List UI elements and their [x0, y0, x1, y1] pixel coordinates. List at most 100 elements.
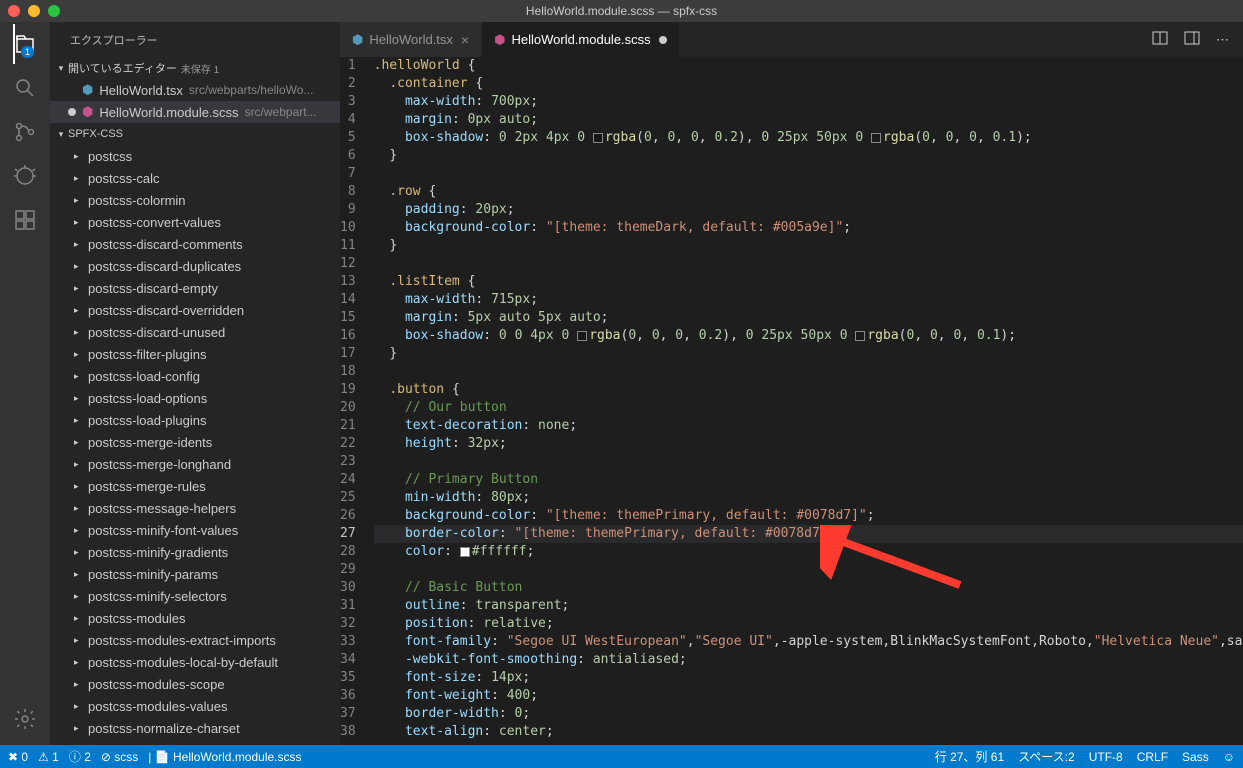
- folder-item[interactable]: ▸postcss-discard-comments: [50, 233, 340, 255]
- code-line[interactable]: box-shadow: 0 2px 4px 0 rgba(0, 0, 0, 0.…: [374, 129, 1243, 147]
- status-errors[interactable]: ✖ 0: [8, 750, 28, 764]
- code-line[interactable]: padding: 20px;: [374, 201, 1243, 219]
- folder-item[interactable]: ▸postcss-discard-duplicates: [50, 255, 340, 277]
- code-line[interactable]: background-color: "[theme: themeDark, de…: [374, 219, 1243, 237]
- code-line[interactable]: font-size: 14px;: [374, 669, 1243, 687]
- code-line[interactable]: text-align: center;: [374, 723, 1243, 741]
- open-editor-item[interactable]: ⬢HelloWorld.tsxsrc/webparts/helloWo...: [50, 79, 340, 101]
- code-line[interactable]: [374, 453, 1243, 471]
- source-control-icon[interactable]: [13, 120, 37, 144]
- folder-item[interactable]: ▸postcss-load-options: [50, 387, 340, 409]
- folder-item[interactable]: ▸postcss-modules-extract-imports: [50, 629, 340, 651]
- folder-item[interactable]: ▸postcss-minify-selectors: [50, 585, 340, 607]
- folder-item[interactable]: ▸postcss-discard-unused: [50, 321, 340, 343]
- code-line[interactable]: margin: 0px auto;: [374, 111, 1243, 129]
- code-line[interactable]: [374, 363, 1243, 381]
- code-line[interactable]: }: [374, 345, 1243, 363]
- code-line[interactable]: }: [374, 237, 1243, 255]
- folder-item[interactable]: ▸postcss-minify-font-values: [50, 519, 340, 541]
- code-line[interactable]: font-family: "Segoe UI WestEuropean","Se…: [374, 633, 1243, 651]
- code-editor[interactable]: 1234567891011121314151617181920212223242…: [340, 57, 1243, 745]
- open-editor-item[interactable]: ⬢HelloWorld.module.scsssrc/webpart...: [50, 101, 340, 123]
- code-line[interactable]: margin: 5px auto 5px auto;: [374, 309, 1243, 327]
- code-line[interactable]: }: [374, 147, 1243, 165]
- split-editor-icon[interactable]: [1152, 30, 1168, 49]
- code-line[interactable]: .row {: [374, 183, 1243, 201]
- code-line[interactable]: .listItem {: [374, 273, 1243, 291]
- folder-item[interactable]: ▸postcss-discard-empty: [50, 277, 340, 299]
- layout-icon[interactable]: [1184, 30, 1200, 49]
- close-tab-icon[interactable]: ×: [461, 32, 469, 48]
- code-line[interactable]: background-color: "[theme: themePrimary,…: [374, 507, 1243, 525]
- folder-item[interactable]: ▸postcss-minify-params: [50, 563, 340, 585]
- folder-item[interactable]: ▸postcss-modules-values: [50, 695, 340, 717]
- status-feedback-icon[interactable]: ☺: [1223, 750, 1235, 764]
- folder-item[interactable]: ▸postcss-modules: [50, 607, 340, 629]
- explorer-icon[interactable]: 1: [13, 32, 37, 56]
- status-language[interactable]: Sass: [1182, 750, 1209, 764]
- code-line[interactable]: position: relative;: [374, 615, 1243, 633]
- code-line[interactable]: box-shadow: 0 0 4px 0 rgba(0, 0, 0, 0.2)…: [374, 327, 1243, 345]
- status-file[interactable]: | 📄 HelloWorld.module.scss: [148, 750, 301, 764]
- code-line[interactable]: [374, 561, 1243, 579]
- folder-name: postcss-modules: [88, 611, 186, 626]
- code-line[interactable]: font-weight: 400;: [374, 687, 1243, 705]
- folder-item[interactable]: ▸postcss-convert-values: [50, 211, 340, 233]
- code-line[interactable]: color: #ffffff;: [374, 543, 1243, 561]
- minimize-window[interactable]: [28, 5, 40, 17]
- status-warnings[interactable]: ⚠ 1: [38, 750, 59, 764]
- code-line[interactable]: max-width: 715px;: [374, 291, 1243, 309]
- folder-item[interactable]: ▸postcss-minify-gradients: [50, 541, 340, 563]
- code-line[interactable]: // Basic Button: [374, 579, 1243, 597]
- folder-item[interactable]: ▸postcss-discard-overridden: [50, 299, 340, 321]
- status-lang-indicator[interactable]: ⊘ scss: [101, 750, 138, 764]
- status-cursor-pos[interactable]: 行 27、列 61: [935, 748, 1004, 765]
- code-line[interactable]: border-color: "[theme: themePrimary, def…: [374, 525, 1243, 543]
- search-icon[interactable]: [13, 76, 37, 100]
- code-line[interactable]: // Primary Button: [374, 471, 1243, 489]
- open-editors-header[interactable]: ▾ 開いているエディター 未保存 1: [50, 57, 340, 79]
- chevron-right-icon: ▸: [74, 349, 88, 360]
- status-encoding[interactable]: UTF-8: [1089, 750, 1123, 764]
- folder-item[interactable]: ▸postcss-merge-idents: [50, 431, 340, 453]
- status-info[interactable]: ⓘ 2: [69, 748, 91, 765]
- editor-tab[interactable]: ⬢HelloWorld.module.scss: [482, 22, 680, 57]
- folder-item[interactable]: ▸postcss-merge-longhand: [50, 453, 340, 475]
- folder-item[interactable]: ▸postcss-calc: [50, 167, 340, 189]
- code-line[interactable]: border-width: 0;: [374, 705, 1243, 723]
- status-indent[interactable]: スペース:2: [1018, 748, 1075, 765]
- code-line[interactable]: .container {: [374, 75, 1243, 93]
- code-line[interactable]: min-width: 80px;: [374, 489, 1243, 507]
- extensions-icon[interactable]: [13, 208, 37, 232]
- folder-item[interactable]: ▸postcss-normalize-url: [50, 739, 340, 745]
- code-line[interactable]: -webkit-font-smoothing: antialiased;: [374, 651, 1243, 669]
- project-header[interactable]: ▾ SPFX-CSS: [50, 123, 340, 145]
- more-icon[interactable]: ⋯: [1216, 32, 1229, 48]
- folder-item[interactable]: ▸postcss-normalize-charset: [50, 717, 340, 739]
- folder-item[interactable]: ▸postcss-load-config: [50, 365, 340, 387]
- code-line[interactable]: .helloWorld {: [374, 57, 1243, 75]
- code-line[interactable]: height: 32px;: [374, 435, 1243, 453]
- code-line[interactable]: outline: transparent;: [374, 597, 1243, 615]
- code-line[interactable]: // Our button: [374, 399, 1243, 417]
- folder-item[interactable]: ▸postcss: [50, 145, 340, 167]
- folder-item[interactable]: ▸postcss-colormin: [50, 189, 340, 211]
- settings-icon[interactable]: [13, 707, 37, 731]
- folder-item[interactable]: ▸postcss-modules-local-by-default: [50, 651, 340, 673]
- code-line[interactable]: text-decoration: none;: [374, 417, 1243, 435]
- status-eol[interactable]: CRLF: [1137, 750, 1168, 764]
- code-line[interactable]: .button {: [374, 381, 1243, 399]
- code-line[interactable]: max-width: 700px;: [374, 93, 1243, 111]
- code-line[interactable]: [374, 165, 1243, 183]
- code-line[interactable]: [374, 255, 1243, 273]
- folder-item[interactable]: ▸postcss-message-helpers: [50, 497, 340, 519]
- folder-item[interactable]: ▸postcss-merge-rules: [50, 475, 340, 497]
- debug-icon[interactable]: [13, 164, 37, 188]
- close-window[interactable]: [8, 5, 20, 17]
- sidebar-title: エクスプローラー: [50, 22, 340, 57]
- folder-item[interactable]: ▸postcss-filter-plugins: [50, 343, 340, 365]
- editor-tab[interactable]: ⬢HelloWorld.tsx×: [340, 22, 482, 57]
- folder-item[interactable]: ▸postcss-modules-scope: [50, 673, 340, 695]
- folder-item[interactable]: ▸postcss-load-plugins: [50, 409, 340, 431]
- maximize-window[interactable]: [48, 5, 60, 17]
